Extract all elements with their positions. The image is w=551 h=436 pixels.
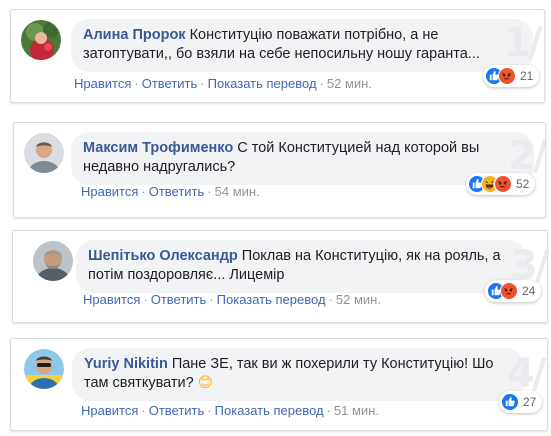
timestamp[interactable]: 54 мин. (215, 184, 260, 199)
avatar[interactable] (24, 133, 64, 173)
avatar[interactable] (33, 241, 73, 281)
separator: · (207, 184, 212, 199)
separator: · (200, 76, 205, 91)
comment-author[interactable]: Максим Трофименко (83, 140, 233, 156)
comment-card: Шепітько Олександр Поклав на Конституцію,… (12, 230, 548, 323)
separator: · (134, 76, 139, 91)
avatar[interactable] (24, 349, 64, 389)
comment-card: Алина Пророк Конституцію поважати потрібн… (10, 9, 545, 103)
reply-link[interactable]: Ответить (149, 184, 205, 199)
angry-icon (498, 67, 516, 85)
comment-actions: Нравится · Ответить · Показать перевод · 51 ми… (81, 403, 379, 418)
translate-link[interactable]: Показать перевод (215, 403, 324, 418)
separator: · (209, 292, 214, 307)
avatar-image (24, 133, 64, 173)
timestamp[interactable]: 52 мин. (327, 76, 372, 91)
separator: · (319, 76, 324, 91)
reply-link[interactable]: Ответить (149, 403, 205, 418)
reply-link[interactable]: Ответить (151, 292, 207, 307)
separator: · (141, 403, 146, 418)
comment-actions: Нравится · Ответить · Показать перевод · 52 ми… (83, 292, 381, 307)
reaction-count: 21 (520, 69, 534, 83)
avatar-image (33, 241, 73, 281)
avatar[interactable] (21, 20, 61, 60)
comment-author[interactable]: Шепітько Олександр (88, 248, 238, 264)
comment-card: Yuriy Nikitin Пане ЗЕ, так ви ж похерили … (10, 338, 548, 431)
reactions-summary[interactable]: 21 (483, 65, 540, 87)
separator: · (326, 403, 331, 418)
avatar-image (21, 20, 61, 60)
watermark: 1/ (503, 20, 542, 66)
separator: · (328, 292, 333, 307)
comment-bubble: Шепітько Олександр Поклав на Конституцію,… (76, 240, 526, 293)
separator: · (207, 403, 212, 418)
separator: · (143, 292, 148, 307)
like-link[interactable]: Нравится (81, 403, 138, 418)
comment-author[interactable]: Yuriy Nikitin (84, 356, 168, 372)
like-link[interactable]: Нравится (74, 76, 131, 91)
comment-card: Максим Трофименко С той Конституцией над … (13, 122, 546, 218)
comment-author[interactable]: Алина Пророк (83, 27, 186, 43)
timestamp[interactable]: 51 мин. (334, 403, 379, 418)
reaction-count: 27 (523, 395, 537, 409)
avatar-image (24, 349, 64, 389)
comment-bubble: Yuriy Nikitin Пане ЗЕ, так ви ж похерили … (72, 348, 524, 401)
reaction-count: 52 (516, 177, 530, 191)
watermark: 3/ (510, 243, 547, 289)
comment-actions: Нравится · Ответить · Показать перевод · 52 ми… (74, 76, 372, 91)
comment-bubble: Алина Пророк Конституцію поважати потрібн… (71, 19, 533, 72)
reply-link[interactable]: Ответить (142, 76, 198, 91)
timestamp[interactable]: 52 мин. (336, 292, 381, 307)
translate-link[interactable]: Показать перевод (208, 76, 317, 91)
watermark: 2/ (508, 133, 545, 179)
comment-bubble: Максим Трофименко С той Конституцией над … (71, 132, 534, 185)
translate-link[interactable]: Показать перевод (217, 292, 326, 307)
watermark: 4/ (507, 351, 546, 397)
like-link[interactable]: Нравится (83, 292, 140, 307)
comment-actions: Нравится · Ответить · 54 мин. (81, 184, 260, 199)
separator: · (141, 184, 146, 199)
like-link[interactable]: Нравится (81, 184, 138, 199)
smile-emoji: 😊 (197, 375, 213, 391)
